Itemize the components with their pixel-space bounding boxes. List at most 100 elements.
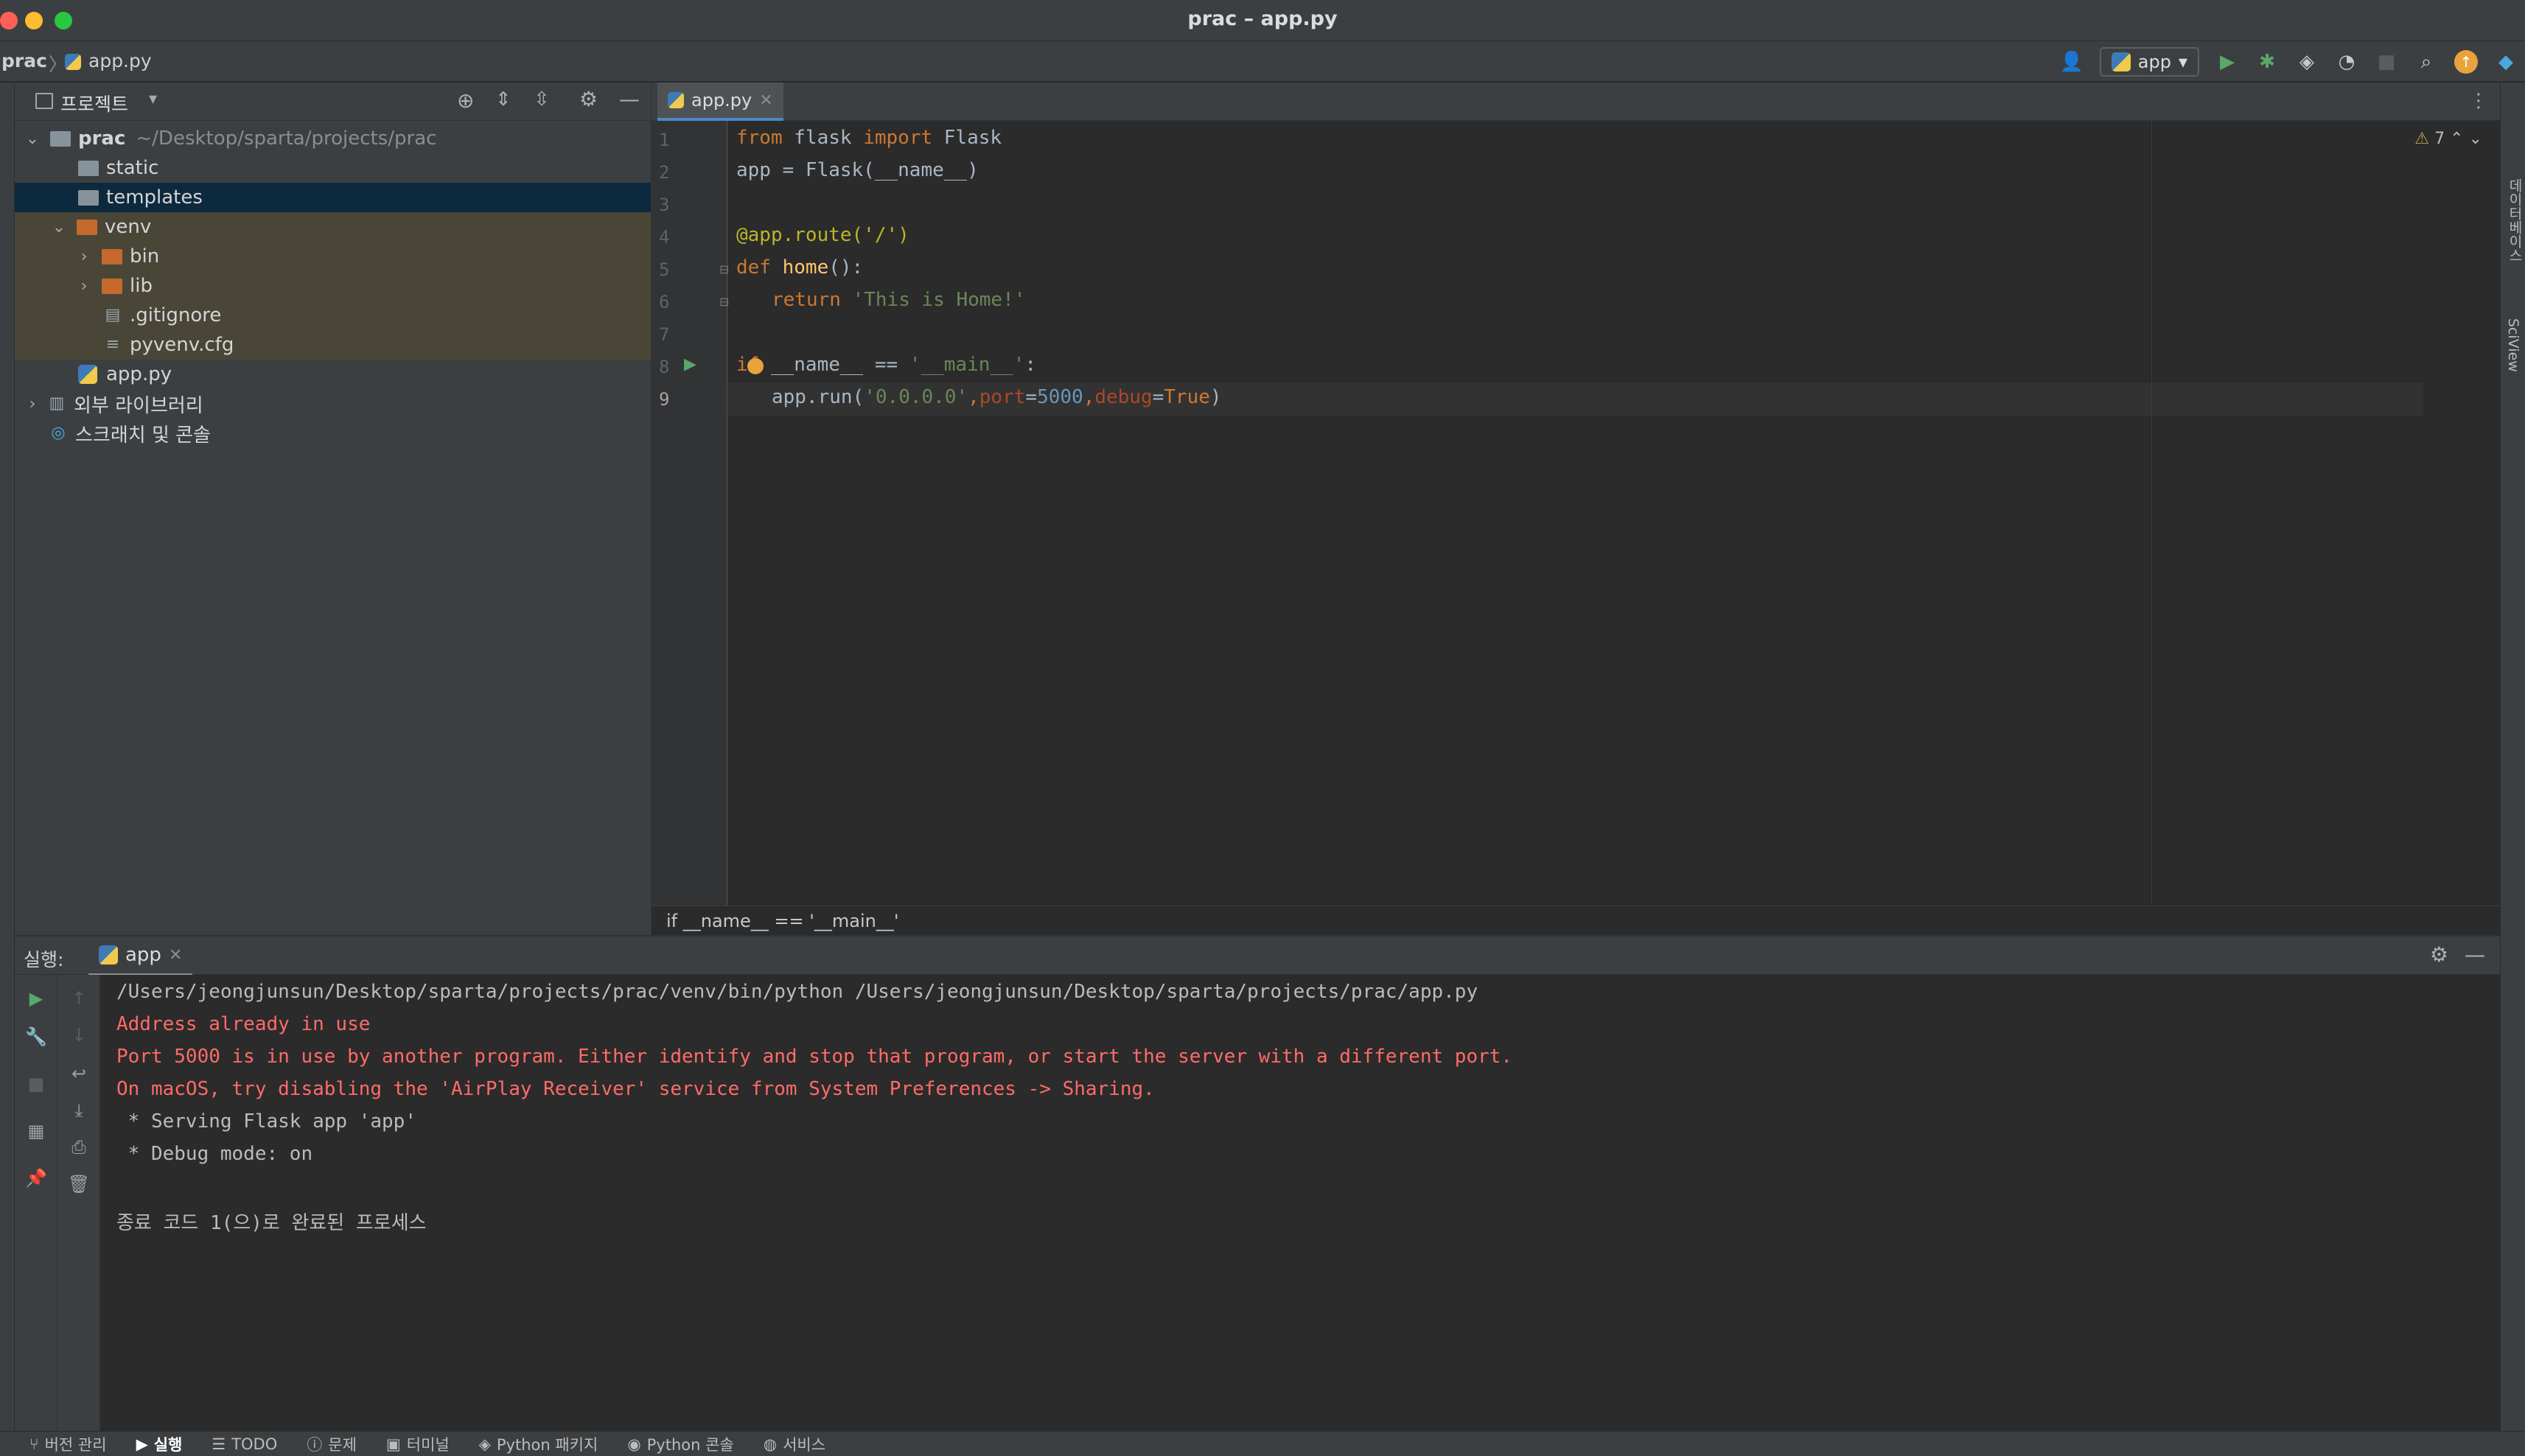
tree-item-label: pyvenv.cfg xyxy=(130,334,234,356)
fold-icon[interactable]: ⊟ xyxy=(719,295,729,309)
coverage-icon[interactable]: ◈ xyxy=(2295,50,2319,74)
tab-version-control[interactable]: ⑂ 버전 관리 xyxy=(29,1433,107,1455)
rerun-icon[interactable]: ▶ xyxy=(24,987,48,1010)
python-icon xyxy=(2111,52,2131,71)
pin-icon[interactable]: 📌 xyxy=(24,1166,48,1190)
tab-app-py[interactable]: app.py ✕ xyxy=(657,83,783,121)
run-console[interactable]: /Users/jeongjunsun/Desktop/sparta/projec… xyxy=(100,975,2500,1431)
arrow-down-icon[interactable]: ↓ xyxy=(67,1023,91,1047)
scratch-icon: ◎ xyxy=(51,424,66,442)
project-panel-title[interactable]: 프로젝트 xyxy=(60,90,128,116)
console-exit-line: 종료 코드 1(으)로 완료된 프로세스 xyxy=(116,1212,427,1234)
tab-python-packages[interactable]: ◈ Python 패키지 xyxy=(479,1433,598,1455)
code-editor[interactable]: 1 2 3 4 5 6 7 8 9 ▶ ⊟ ⊟ ⚠ 7 ⌃ ⌄ from fla… xyxy=(651,121,2500,906)
folder-icon xyxy=(78,160,99,176)
navigation-bar: prac 〉 app.py 👤 app ▾ ▶ ✱ ◈ ◔ ■ ⌕ ↑ ◆ xyxy=(0,41,2525,83)
chevron-right-icon[interactable]: › xyxy=(75,277,93,295)
project-tree: ⌄ prac ~/Desktop/sparta/projects/prac st… xyxy=(15,121,651,935)
wrench-icon[interactable]: 🔧 xyxy=(24,1025,48,1049)
editor-tabs: app.py ✕ ⋮ xyxy=(651,83,2500,121)
tree-item-label: 외부 라이브러리 xyxy=(74,394,203,417)
jetbrains-icon[interactable]: ◆ xyxy=(2494,50,2518,74)
line-number: 2 xyxy=(659,162,670,183)
warnings-indicator[interactable]: ⚠ 7 ⌃ ⌄ xyxy=(2414,130,2482,148)
tree-item-pyvenv[interactable]: ≡ pyvenv.cfg xyxy=(15,330,651,360)
fold-icon[interactable]: ⊟ xyxy=(719,262,729,276)
tab-python-console[interactable]: ◉ Python 콘솔 xyxy=(627,1433,733,1455)
tree-item-static[interactable]: static xyxy=(15,153,651,183)
python-file-icon xyxy=(668,92,684,108)
chevron-down-icon[interactable]: ▾ xyxy=(149,90,157,108)
scroll-to-end-icon[interactable]: ⤓ xyxy=(67,1099,91,1122)
expand-all-icon[interactable]: ⇕ xyxy=(495,88,511,111)
tree-item-label: bin xyxy=(130,245,160,267)
locate-icon[interactable]: ⊕ xyxy=(457,88,474,113)
chevron-right-icon[interactable]: › xyxy=(75,248,93,266)
tree-item-bin[interactable]: › bin xyxy=(15,242,651,271)
tab-services[interactable]: ◍ 서비스 xyxy=(764,1433,825,1455)
gear-icon[interactable]: ⚙ xyxy=(2430,942,2448,967)
stop-icon[interactable]: ■ xyxy=(24,1072,48,1096)
tree-item-templates[interactable]: templates xyxy=(15,183,651,212)
run-icon[interactable]: ▶ xyxy=(2215,50,2239,74)
run-gutter-icon[interactable]: ▶ xyxy=(684,355,696,374)
tab-run[interactable]: ▶ 실행 xyxy=(136,1433,183,1455)
intention-bulb-icon[interactable] xyxy=(747,358,764,374)
collapse-all-icon[interactable]: ⇳ xyxy=(534,88,550,111)
close-icon[interactable]: ✕ xyxy=(169,946,182,965)
search-icon[interactable]: ⌕ xyxy=(2414,50,2438,74)
line-number: 1 xyxy=(659,130,670,150)
update-icon[interactable]: ↑ xyxy=(2454,50,2478,74)
line-number: 7 xyxy=(659,324,670,345)
run-panel-header: 실행: app ✕ ⚙ — xyxy=(15,935,2500,976)
code-line-8: if __name__ == '__main__': xyxy=(736,354,1037,376)
profile-icon[interactable]: ◔ xyxy=(2335,50,2358,74)
database-tab[interactable]: 데이터베이스 xyxy=(2505,178,2525,262)
console-line: * Serving Flask app 'app' xyxy=(116,1110,416,1133)
close-icon[interactable]: ✕ xyxy=(759,91,772,110)
tree-item-root[interactable]: ⌄ prac ~/Desktop/sparta/projects/prac xyxy=(15,124,651,153)
chevron-up-icon[interactable]: ⌃ xyxy=(2450,130,2463,148)
soft-wrap-icon[interactable]: ↩ xyxy=(67,1062,91,1085)
sciview-tab[interactable]: SciView xyxy=(2505,318,2521,372)
tree-item-label: app.py xyxy=(106,363,172,385)
run-tab-label: app xyxy=(125,944,161,966)
tree-item-gitignore[interactable]: ▤ .gitignore xyxy=(15,301,651,330)
tree-item-lib[interactable]: › lib xyxy=(15,271,651,301)
chevron-down-icon[interactable]: ⌄ xyxy=(50,218,68,237)
run-configuration-dropdown[interactable]: app ▾ xyxy=(2099,47,2199,77)
gear-icon[interactable]: ⚙ xyxy=(579,87,598,111)
tab-todo[interactable]: ☰ TODO xyxy=(212,1435,277,1453)
gutter: 1 2 3 4 5 6 7 8 9 ▶ ⊟ ⊟ xyxy=(652,121,729,906)
chevron-down-icon[interactable]: ⌄ xyxy=(24,130,41,148)
account-icon[interactable]: 👤 xyxy=(2060,50,2084,74)
tree-item-label: .gitignore xyxy=(130,304,222,326)
print-icon[interactable]: ⎙ xyxy=(67,1135,91,1159)
hide-panel-icon[interactable]: — xyxy=(619,87,640,111)
tree-item-scratches[interactable]: ◎ 스크래치 및 콘솔 xyxy=(15,419,651,448)
chevron-right-icon[interactable]: › xyxy=(24,395,41,413)
tree-item-external-libraries[interactable]: › ▥ 외부 라이브러리 xyxy=(15,389,651,419)
layout-icon[interactable]: ▦ xyxy=(24,1119,48,1143)
more-icon[interactable]: ⋮ xyxy=(2469,90,2488,112)
hide-panel-icon[interactable]: — xyxy=(2465,942,2485,967)
run-configuration-label: app xyxy=(2137,52,2171,72)
run-tab-app[interactable]: app ✕ xyxy=(88,937,193,976)
layers-icon: ◈ xyxy=(478,1435,491,1453)
tree-item-label: 스크래치 및 콘솔 xyxy=(75,424,211,447)
tree-item-label: templates xyxy=(106,186,203,209)
tree-item-app-py[interactable]: app.py xyxy=(15,360,651,389)
breadcrumb-project[interactable]: prac xyxy=(1,50,47,71)
chevron-down-icon[interactable]: ⌄ xyxy=(2469,130,2482,148)
breadcrumb-file[interactable]: app.py xyxy=(88,50,152,71)
arrow-up-icon[interactable]: ↑ xyxy=(67,987,91,1010)
console-error-line: Port 5000 is in use by another program. … xyxy=(116,1046,1513,1068)
tab-terminal[interactable]: ▣ 터미널 xyxy=(386,1433,450,1455)
stop-icon[interactable]: ■ xyxy=(2375,50,2398,74)
editor-breadcrumb[interactable]: if __name__ == '__main__' xyxy=(651,906,2500,935)
tree-item-label: lib xyxy=(130,275,153,297)
tree-item-venv[interactable]: ⌄ venv xyxy=(15,212,651,242)
debug-icon[interactable]: ✱ xyxy=(2255,50,2279,74)
tab-problems[interactable]: ⓘ 문제 xyxy=(307,1433,357,1455)
trash-icon[interactable]: 🗑 xyxy=(67,1172,91,1196)
